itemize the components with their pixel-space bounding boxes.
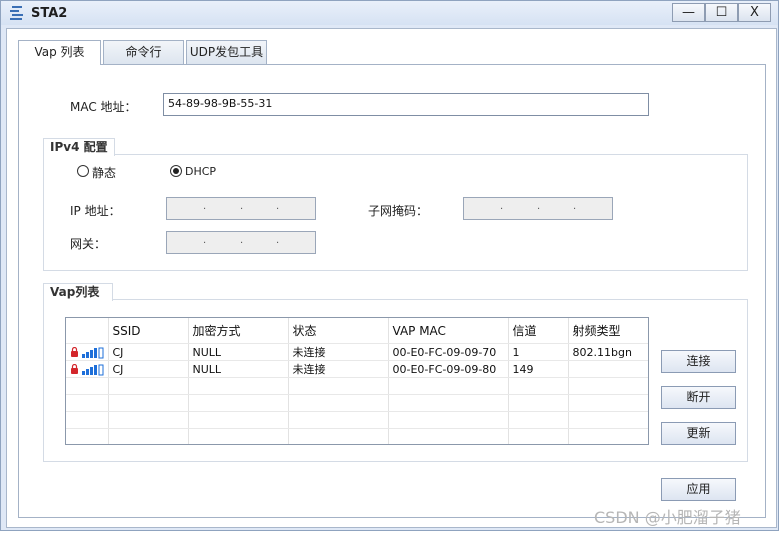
disconnect-button[interactable]: 断开: [661, 386, 736, 409]
column-header-icon: [66, 318, 109, 344]
close-button[interactable]: X: [738, 3, 771, 22]
ip-label: IP 地址：: [70, 204, 121, 218]
cell-radio-type: 802.11bgn: [568, 343, 648, 361]
table-row[interactable]: CJ NULL 未连接 00-E0-FC-09-09-70 1 802.11bg…: [66, 343, 648, 361]
watermark: CSDN @小肥溜子猪: [594, 508, 741, 527]
column-header-vap-mac[interactable]: VAP MAC: [388, 318, 509, 344]
mac-label: MAC 地址：: [70, 100, 137, 114]
empty-row: [66, 394, 648, 412]
cell-ssid: CJ: [108, 360, 189, 378]
subnet-mask-input[interactable]: ...: [463, 197, 613, 220]
cell-vap-mac: 00-E0-FC-09-09-70: [388, 343, 509, 361]
cell-status: 未连接: [288, 343, 389, 361]
column-header-channel[interactable]: 信道: [508, 318, 569, 344]
table-header: SSID 加密方式 状态 VAP MAC 信道 射频类型: [66, 318, 648, 344]
cell-encryption: NULL: [188, 360, 289, 378]
table-row[interactable]: CJ NULL 未连接 00-E0-FC-09-09-80 149: [66, 360, 648, 378]
column-header-radio-type[interactable]: 射频类型: [568, 318, 648, 344]
static-label: 静态: [92, 166, 117, 180]
tab-udp-tool[interactable]: UDP发包工具: [186, 40, 267, 64]
dhcp-label: DHCP: [185, 165, 217, 178]
minimize-button[interactable]: —: [672, 3, 705, 22]
ipv4-group-title: IPv4 配置: [43, 138, 115, 156]
column-header-status[interactable]: 状态: [288, 318, 389, 344]
title-bar[interactable]: STA2 — ☐ X: [1, 1, 778, 25]
cell-ssid: CJ: [108, 343, 189, 361]
static-radio[interactable]: [77, 165, 89, 177]
cell-channel: 149: [508, 360, 569, 378]
empty-row: [66, 428, 648, 444]
column-header-encryption[interactable]: 加密方式: [188, 318, 289, 344]
mac-input[interactable]: 54-89-98-9B-55-31: [163, 93, 649, 116]
tab-vap-list[interactable]: Vap 列表: [18, 40, 101, 65]
sta2-window: STA2 — ☐ X Vap 列表 命令行 UDP发包工具 MAC 地址： 54…: [0, 0, 779, 531]
refresh-button[interactable]: 更新: [661, 422, 736, 445]
empty-row: [66, 377, 648, 395]
gateway-input[interactable]: ...: [166, 231, 316, 254]
column-header-ssid[interactable]: SSID: [108, 318, 189, 344]
window-title: STA2: [31, 6, 68, 21]
empty-row: [66, 411, 648, 429]
subnet-mask-label: 子网掩码：: [368, 204, 429, 218]
cell-vap-mac: 00-E0-FC-09-09-80: [388, 360, 509, 378]
vap-group-title: Vap列表: [43, 283, 113, 301]
app-icon: [10, 6, 23, 20]
cell-status: 未连接: [288, 360, 389, 378]
gateway-label: 网关：: [70, 237, 107, 251]
cell-channel: 1: [508, 343, 569, 361]
ip-address-input[interactable]: ...: [166, 197, 316, 220]
connect-button[interactable]: 连接: [661, 350, 736, 373]
dhcp-radio[interactable]: [170, 165, 182, 177]
lock-signal-icon: [66, 343, 109, 361]
vap-table[interactable]: SSID 加密方式 状态 VAP MAC 信道 射频类型 CJ NULL 未连接…: [65, 317, 649, 445]
tab-command-line[interactable]: 命令行: [103, 40, 184, 64]
cell-radio-type: [568, 360, 648, 378]
maximize-button[interactable]: ☐: [705, 3, 738, 22]
client-area: Vap 列表 命令行 UDP发包工具 MAC 地址： 54-89-98-9B-5…: [6, 28, 777, 528]
cell-encryption: NULL: [188, 343, 289, 361]
apply-button[interactable]: 应用: [661, 478, 736, 501]
lock-signal-icon: [66, 360, 109, 378]
